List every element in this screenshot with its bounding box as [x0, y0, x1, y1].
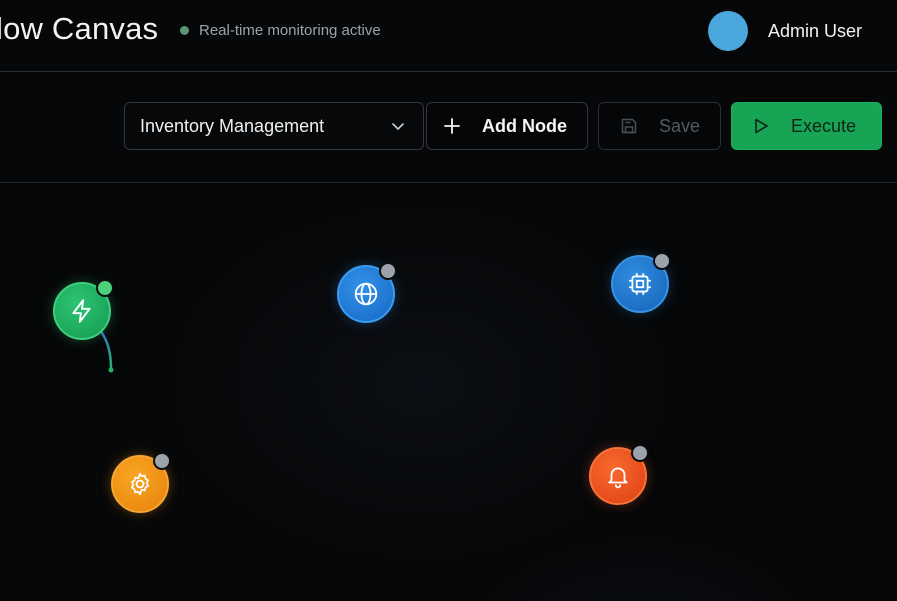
save-label: Save: [659, 115, 701, 136]
workflow-select[interactable]: Inventory Management: [124, 102, 424, 150]
page-title: low Canvas: [0, 11, 159, 46]
avatar[interactable]: [708, 11, 748, 51]
gear-icon: [131, 472, 149, 496]
processor-node[interactable]: [611, 252, 671, 313]
trigger-node[interactable]: [53, 279, 114, 340]
execute-label: Execute: [791, 115, 857, 136]
node-status-indicator: [631, 444, 649, 462]
add-node-button[interactable]: Add Node: [426, 102, 588, 150]
connection-endpoint: [108, 367, 114, 373]
workflow-canvas[interactable]: [0, 183, 897, 601]
monitoring-status: Real-time monitoring active: [180, 22, 381, 39]
workflow-select-value: Inventory Management: [140, 115, 325, 136]
cpu-icon: [629, 273, 651, 295]
status-text: Real-time monitoring active: [199, 22, 381, 39]
execute-button[interactable]: Execute: [731, 102, 882, 150]
globe-icon: [354, 282, 378, 306]
plus-icon: [444, 118, 460, 134]
node-status-indicator: [653, 252, 671, 270]
status-dot-icon: [180, 26, 189, 35]
chevron-down-icon: [392, 123, 404, 130]
connection-line: [98, 328, 113, 371]
node-status-indicator: [153, 452, 171, 470]
http-node[interactable]: [337, 262, 397, 323]
save-icon: [621, 118, 637, 134]
lightning-icon: [72, 299, 91, 323]
save-button[interactable]: Save: [598, 102, 721, 150]
toolbar: Inventory Management Add Node Save Execu…: [0, 72, 897, 183]
header: low Canvas Real-time monitoring active A…: [0, 0, 897, 72]
connection-lines: [98, 328, 114, 373]
bell-icon: [608, 467, 628, 489]
node-status-indicator: [96, 279, 114, 297]
workflow-app: low Canvas Real-time monitoring active A…: [0, 0, 897, 601]
notification-node[interactable]: [589, 444, 649, 505]
settings-node[interactable]: [111, 452, 171, 513]
user-name[interactable]: Admin User: [768, 21, 862, 42]
node-status-indicator: [379, 262, 397, 280]
play-icon: [755, 118, 768, 134]
add-node-label: Add Node: [482, 115, 567, 136]
